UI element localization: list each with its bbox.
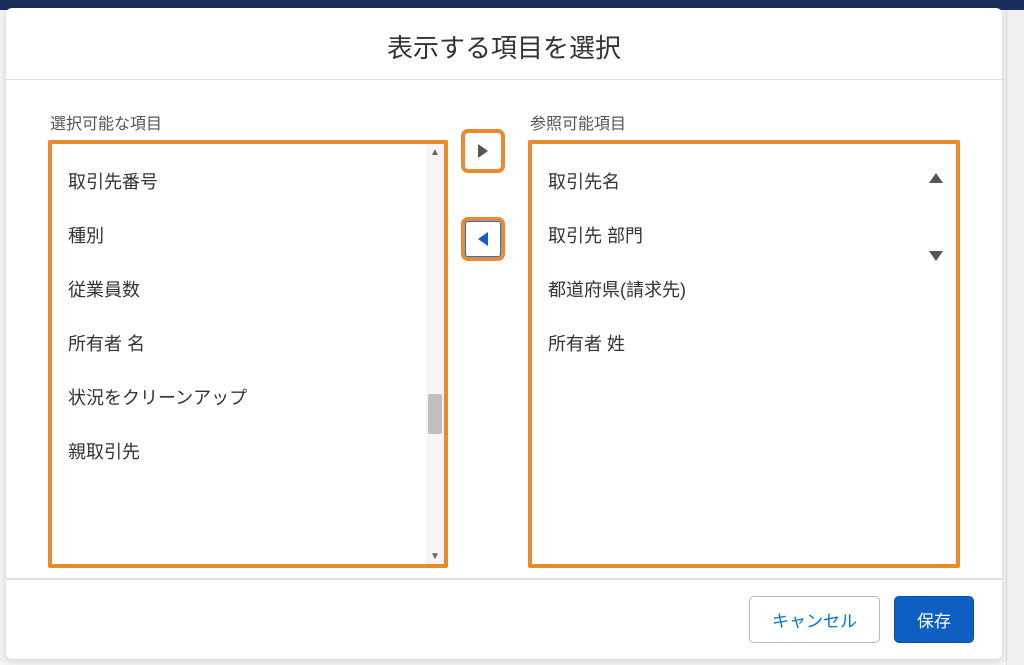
list-item[interactable]: 状況をクリーンアップ <box>52 370 424 424</box>
available-fields-label: 選択可能な項目 <box>48 110 448 134</box>
arrow-up-icon <box>929 173 943 183</box>
scroll-up-icon[interactable]: ▲ <box>426 144 444 160</box>
list-item[interactable]: 取引先名 <box>532 154 916 208</box>
modal-title: 表示する項目を選択 <box>6 28 1002 65</box>
selected-fields-column: 参照可能項目 取引先名 取引先 部門 都道府県(請求先) 所有者 姓 <box>528 110 960 568</box>
save-button[interactable]: 保存 <box>894 596 974 643</box>
modal-body: 選択可能な項目 取引先番号 種別 従業員数 所有者 名 状況をクリーンアップ 親… <box>6 80 1002 578</box>
cancel-button[interactable]: キャンセル <box>749 596 880 643</box>
list-item[interactable]: 所有者 名 <box>52 316 424 370</box>
order-controls <box>916 144 956 564</box>
selected-fields-listbox[interactable]: 取引先名 取引先 部門 都道府県(請求先) 所有者 姓 <box>528 140 960 568</box>
available-fields-list: 取引先番号 種別 従業員数 所有者 名 状況をクリーンアップ 親取引先 <box>52 144 426 564</box>
selected-fields-label: 参照可能項目 <box>528 110 960 134</box>
move-down-button[interactable] <box>922 242 950 270</box>
arrow-right-icon <box>478 144 488 158</box>
select-fields-modal: 表示する項目を選択 選択可能な項目 取引先番号 種別 従業員数 所有者 名 状況… <box>6 8 1002 659</box>
shuttle-controls <box>458 110 508 568</box>
move-up-button[interactable] <box>922 164 950 192</box>
scroll-down-icon[interactable]: ▼ <box>426 548 444 564</box>
list-item[interactable]: 親取引先 <box>52 424 424 478</box>
available-scrollbar[interactable]: ▲ ▼ <box>426 144 444 564</box>
available-fields-column: 選択可能な項目 取引先番号 種別 従業員数 所有者 名 状況をクリーンアップ 親… <box>48 110 448 568</box>
arrow-left-icon <box>478 232 488 246</box>
add-button[interactable] <box>464 132 502 170</box>
modal-header: 表示する項目を選択 <box>6 8 1002 80</box>
list-item[interactable]: 種別 <box>52 208 424 262</box>
selected-fields-list: 取引先名 取引先 部門 都道府県(請求先) 所有者 姓 <box>532 144 916 564</box>
list-item[interactable]: 従業員数 <box>52 262 424 316</box>
remove-button[interactable] <box>464 220 502 258</box>
list-item[interactable]: 所有者 姓 <box>532 316 916 370</box>
modal-footer: キャンセル 保存 <box>6 578 1002 659</box>
arrow-down-icon <box>929 251 943 261</box>
available-fields-listbox[interactable]: 取引先番号 種別 従業員数 所有者 名 状況をクリーンアップ 親取引先 ▲ ▼ <box>48 140 448 568</box>
list-item[interactable]: 取引先 部門 <box>532 208 916 262</box>
list-item[interactable]: 都道府県(請求先) <box>532 262 916 316</box>
scroll-thumb[interactable] <box>428 394 442 434</box>
list-item[interactable]: 取引先番号 <box>52 154 424 208</box>
